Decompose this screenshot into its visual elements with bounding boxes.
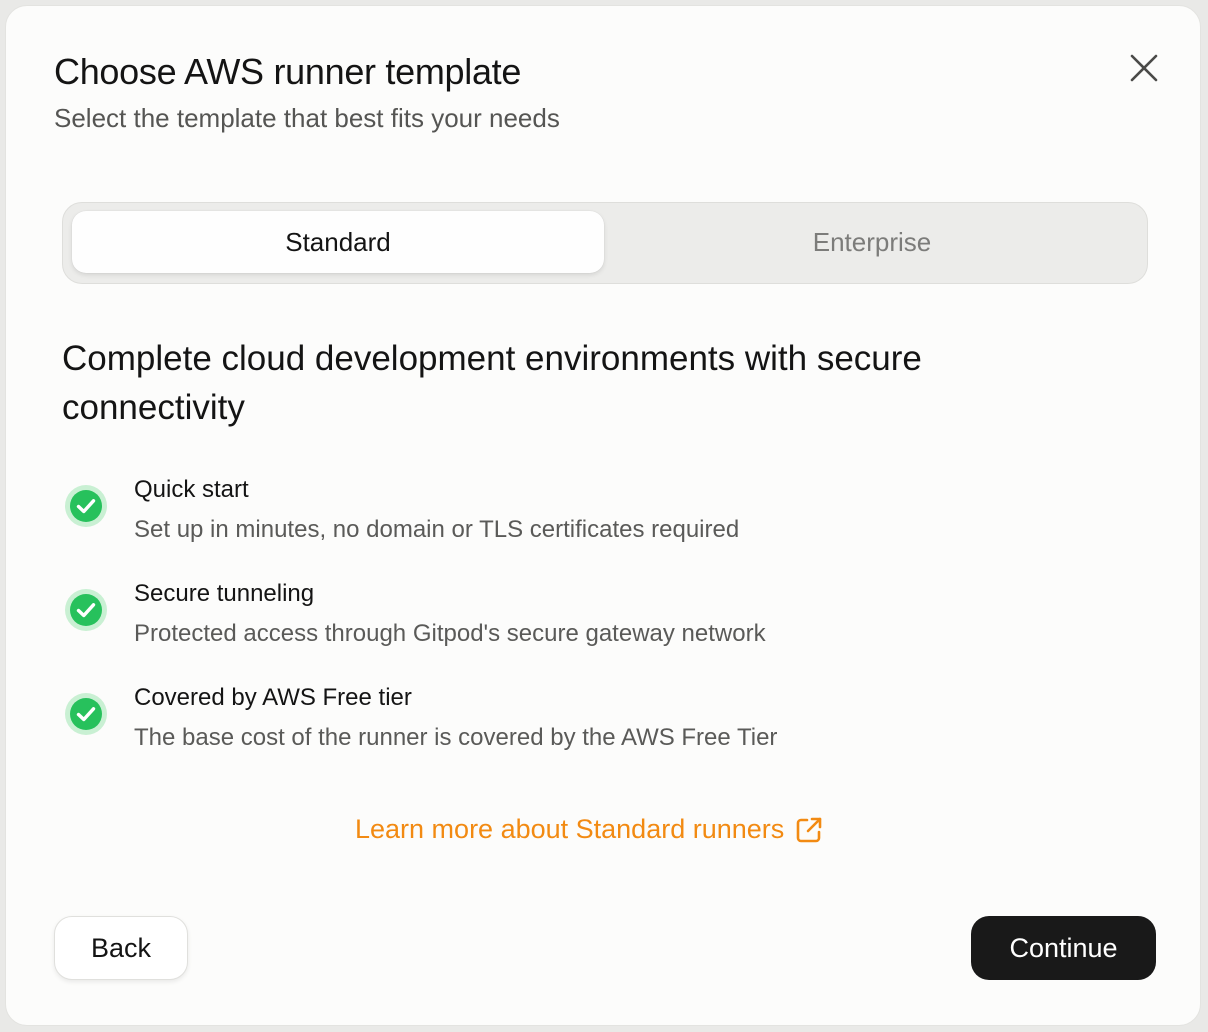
close-button[interactable] — [1124, 48, 1164, 88]
continue-button[interactable]: Continue — [971, 916, 1156, 980]
check-circle-icon — [65, 693, 107, 735]
dialog-subtitle: Select the template that best fits your … — [54, 103, 560, 133]
feature-title: Secure tunneling — [134, 580, 315, 607]
learn-more-label: Learn more about Standard runners — [355, 814, 785, 844]
tab-enterprise[interactable]: Enterprise — [606, 211, 1138, 273]
check-circle-icon — [65, 485, 107, 527]
feature-description: The base cost of the runner is covered b… — [134, 724, 778, 751]
feature-description: Protected access through Gitpod's secure… — [134, 620, 766, 647]
template-headline: Complete cloud development environments … — [62, 339, 922, 427]
feature-title: Quick start — [134, 476, 249, 503]
external-link-icon — [796, 817, 822, 842]
feature-item-secure-tunneling: Secure tunneling Protected access throug… — [64, 580, 964, 668]
back-button[interactable]: Back — [54, 916, 188, 980]
tab-standard[interactable]: Standard — [72, 211, 604, 273]
check-circle-icon — [65, 589, 107, 631]
learn-more-link[interactable]: Learn more about Standard runners — [355, 814, 824, 845]
feature-description: Set up in minutes, no domain or TLS cert… — [134, 516, 740, 543]
runner-template-dialog: Choose AWS runner template Select the te… — [5, 5, 1201, 1026]
template-tabs: Standard Enterprise — [62, 202, 1148, 284]
dialog-title: Choose AWS runner template — [54, 51, 522, 92]
feature-item-free-tier: Covered by AWS Free tier The base cost o… — [64, 684, 964, 772]
close-icon — [1130, 54, 1158, 82]
feature-item-quick-start: Quick start Set up in minutes, no domain… — [64, 476, 964, 564]
feature-title: Covered by AWS Free tier — [134, 684, 412, 711]
